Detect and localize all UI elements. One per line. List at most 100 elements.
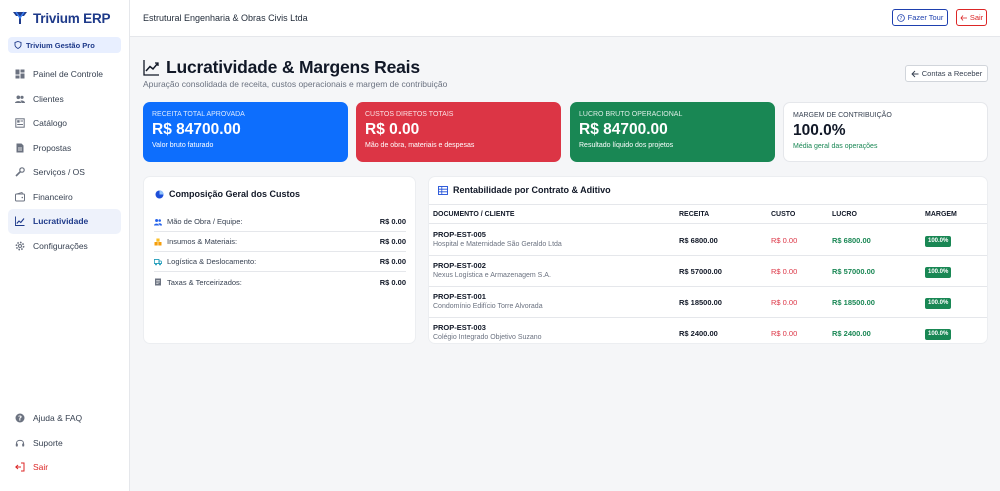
doc-code: PROP-EST-003	[433, 323, 486, 332]
cost-cell: R$ 0.00	[771, 298, 798, 307]
kpi-label: Custos Diretos Totais	[365, 111, 454, 118]
kpi-desc: Resultado líquido dos projetos	[579, 142, 674, 149]
kpi-revenue-card: Receita Total Aprovada R$ 84700.00 Valor…	[143, 102, 348, 162]
back-to-receivables-button[interactable]: Contas a Receber	[905, 65, 988, 82]
kpi-label: Receita Total Aprovada	[152, 111, 245, 118]
table-row[interactable]: PROP-EST-005 Hospital e Maternidade São G…	[429, 225, 987, 256]
cost-cell: R$ 0.00	[771, 329, 798, 338]
page-subtitle: Apuração consolidada de receita, custos …	[143, 79, 448, 89]
boxes-icon	[154, 238, 162, 246]
cost-row-fees: Taxas & Terceirizados: R$ 0.00	[154, 272, 406, 292]
kpi-profit-card: Lucro Bruto Operacional R$ 84700.00 Resu…	[570, 102, 775, 162]
cost-value: R$ 0.00	[379, 277, 406, 287]
pie-chart-icon	[155, 190, 164, 199]
tour-button[interactable]: ? Fazer Tour	[892, 9, 948, 26]
profit-cell: R$ 6800.00	[832, 236, 871, 245]
company-name: Estrutural Engenharia & Obras Civis Ltda	[143, 13, 308, 23]
catalog-icon	[15, 118, 25, 128]
table-row[interactable]: PROP-EST-003 Colégio Integrado Objetivo S…	[429, 318, 987, 343]
card-title: Rentabilidade por Contrato & Aditivo	[438, 185, 611, 195]
app-logo[interactable]: Trivium ERP	[12, 10, 111, 26]
sidebar-item-propostas[interactable]: Propostas	[8, 136, 121, 161]
cost-row-labor: Mão de Obra / Equipe: R$ 0.00	[154, 212, 406, 232]
users-icon	[154, 218, 162, 226]
sidebar-item-clientes[interactable]: Clientes	[8, 87, 121, 112]
cost-label: Mão de Obra / Equipe:	[167, 217, 243, 226]
cost-composition-card: Composição Geral dos Custos Mão de Obra …	[143, 176, 416, 344]
kpi-value: 100.0%	[793, 122, 846, 139]
bottom-nav: ? Ajuda & FAQ Suporte Sair	[8, 406, 121, 480]
client-name: Condomínio Edifício Torre Alvorada	[433, 303, 543, 310]
sidebar-item-label: Sair	[33, 462, 49, 473]
client-name: Nexus Logística e Armazenagem S.A.	[433, 272, 551, 279]
revenue-cell: R$ 57000.00	[679, 267, 722, 276]
cost-cell: R$ 0.00	[771, 236, 798, 245]
help-circle-icon: ?	[896, 13, 905, 22]
help-icon: ?	[15, 413, 25, 423]
sidebar: Trivium ERP Trivium Gestão Pro Painel de…	[0, 0, 130, 491]
kpi-desc: Média geral das operações	[793, 143, 878, 150]
wallet-icon	[15, 191, 25, 202]
cost-cell: R$ 0.00	[771, 267, 798, 276]
sidebar-item-label: Configurações	[33, 240, 88, 251]
top-header: Estrutural Engenharia & Obras Civis Ltda…	[130, 0, 1000, 37]
kpi-value: R$ 0.00	[365, 121, 420, 138]
sidebar-item-label: Financeiro	[33, 191, 73, 202]
app-name: Trivium ERP	[33, 10, 111, 26]
page-title: Lucratividade & Margens Reais	[143, 57, 420, 78]
users-icon	[15, 94, 25, 104]
doc-code: PROP-EST-001	[433, 292, 486, 301]
cost-value: R$ 0.00	[379, 237, 406, 246]
col-cost: CUSTO	[771, 211, 796, 218]
doc-code: PROP-EST-002	[433, 261, 486, 270]
table-row[interactable]: PROP-EST-001 Condomínio Edifício Torre Al…	[429, 287, 987, 318]
shield-icon	[14, 41, 22, 49]
cost-value: R$ 0.00	[379, 257, 406, 266]
sidebar-item-ajuda[interactable]: ? Ajuda & FAQ	[8, 406, 121, 431]
cost-value: R$ 0.00	[379, 217, 406, 226]
sidebar-item-suporte[interactable]: Suporte	[8, 431, 121, 456]
kpi-margin-card: Margem de Contribuição 100.0% Média gera…	[783, 102, 988, 162]
svg-text:?: ?	[18, 415, 22, 423]
plan-label: Trivium Gestão Pro	[26, 40, 95, 50]
table-row[interactable]: PROP-EST-002 Nexus Logística e Armazenage…	[429, 256, 987, 287]
invoice-icon	[154, 278, 162, 286]
kpi-value: R$ 84700.00	[579, 121, 668, 138]
chart-line-icon	[15, 216, 25, 227]
cost-label: Insumos & Materiais:	[167, 237, 238, 246]
cost-row-materials: Insumos & Materiais: R$ 0.00	[154, 232, 406, 252]
margin-badge: 100.0%	[925, 235, 952, 247]
cost-list: Mão de Obra / Equipe: R$ 0.00 Insumos & …	[154, 212, 406, 292]
plan-badge: Trivium Gestão Pro	[8, 37, 121, 53]
document-icon	[15, 143, 25, 153]
margin-badge: 100.0%	[925, 297, 952, 309]
trivium-logo-icon	[12, 10, 28, 26]
tour-label: Fazer Tour	[907, 13, 944, 22]
card-title-text: Composição Geral dos Custos	[169, 189, 301, 199]
tools-icon	[15, 167, 25, 177]
margin-badge: 100.0%	[925, 266, 952, 278]
sidebar-item-financeiro[interactable]: Financeiro	[8, 185, 121, 210]
sidebar-item-catalogo[interactable]: Catálogo	[8, 111, 121, 136]
sidebar-item-painel[interactable]: Painel de Controle	[8, 62, 121, 87]
sidebar-item-sair[interactable]: Sair	[8, 455, 121, 480]
headset-icon	[15, 438, 25, 448]
revenue-cell: R$ 2400.00	[679, 329, 718, 338]
profit-cell: R$ 2400.00	[832, 329, 871, 338]
exit-label: Sair	[969, 13, 984, 22]
logout-icon	[15, 462, 25, 472]
exit-icon	[960, 14, 968, 22]
sidebar-item-servicos[interactable]: Serviços / OS	[8, 160, 121, 185]
kpi-costs-card: Custos Diretos Totais R$ 0.00 Mão de obr…	[356, 102, 561, 162]
revenue-cell: R$ 18500.00	[679, 298, 722, 307]
col-margin: MARGEM	[925, 211, 957, 218]
dashboard-icon	[15, 69, 25, 79]
sidebar-item-label: Suporte	[33, 437, 63, 448]
exit-button[interactable]: Sair	[956, 9, 987, 26]
sidebar-item-configuracoes[interactable]: Configurações	[8, 234, 121, 259]
sidebar-item-label: Propostas	[33, 142, 72, 153]
profit-cell: R$ 18500.00	[832, 298, 875, 307]
sidebar-item-label: Painel de Controle	[33, 69, 103, 80]
sidebar-item-lucratividade[interactable]: Lucratividade	[8, 209, 121, 234]
card-title: Composição Geral dos Custos	[155, 189, 300, 199]
